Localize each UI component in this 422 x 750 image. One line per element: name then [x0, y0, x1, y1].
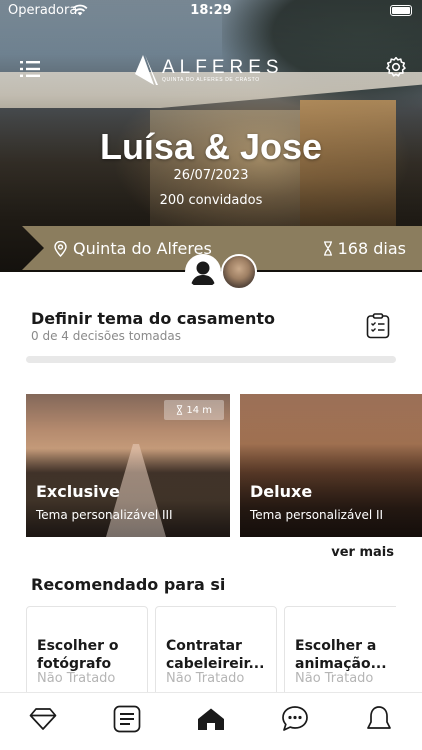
- theme-card-subtitle: Tema personalizável II: [250, 508, 384, 522]
- recommended-card-title: Escolher o fotógrafo: [37, 638, 119, 672]
- tab-chat[interactable]: [279, 703, 311, 735]
- recommended-card-title: Escolher a animação...: [295, 638, 387, 672]
- theme-section-subtitle: 0 de 4 decisões tomadas: [31, 329, 181, 343]
- countdown: 168 dias: [323, 239, 406, 258]
- theme-card-exclusive[interactable]: 14 m Exclusive Tema personalizável III: [26, 394, 230, 537]
- hourglass-icon: [323, 241, 332, 256]
- recommended-list[interactable]: Escolher o fotógrafo Não Tratado Contrat…: [26, 606, 396, 692]
- avatar-partner-2[interactable]: [221, 254, 257, 290]
- recommended-title: Recomendado para si: [31, 575, 226, 594]
- tab-bar: [0, 692, 422, 750]
- recommended-card-status: Não Tratado: [37, 671, 116, 686]
- wedding-date: 26/07/2023: [173, 168, 249, 183]
- theme-card-deluxe[interactable]: Deluxe Tema personalizável II: [240, 394, 422, 537]
- see-more-link[interactable]: ver mais: [331, 545, 394, 560]
- menu-icon[interactable]: [20, 61, 40, 77]
- tab-notifications[interactable]: [363, 703, 395, 735]
- recommended-card[interactable]: Escolher o fotógrafo Não Tratado: [26, 606, 148, 692]
- tab-checklist[interactable]: [111, 703, 143, 735]
- logo-subtitle: QUINTA DO ALFERES DE CRASTO: [162, 77, 260, 83]
- recommended-card[interactable]: Contratar cabeleireir... Não Tratado: [155, 606, 277, 692]
- location-pin-icon: [54, 240, 67, 257]
- recommended-card-status: Não Tratado: [295, 671, 374, 686]
- theme-card-title: Exclusive: [36, 482, 120, 501]
- theme-card-title: Deluxe: [250, 482, 313, 501]
- chat-icon: [282, 706, 308, 731]
- tab-home[interactable]: [195, 703, 227, 735]
- theme-carousel[interactable]: 14 m Exclusive Tema personalizável III D…: [26, 394, 422, 538]
- battery-icon: [390, 5, 412, 16]
- logo-name: ALFERES: [162, 57, 284, 78]
- venue-name: Quinta do Alferes: [73, 239, 212, 258]
- recommended-card-status: Não Tratado: [166, 671, 245, 686]
- diamond-icon: [29, 708, 57, 730]
- time-badge-label: 14 m: [186, 404, 212, 416]
- status-bar: Operadora 18:29: [0, 0, 422, 24]
- logo-mark-icon: [135, 55, 158, 85]
- home-icon: [198, 708, 224, 730]
- recommended-card-title: Contratar cabeleireir...: [166, 638, 265, 672]
- venue-location[interactable]: Quinta do Alferes: [54, 239, 212, 258]
- days-left: 168 dias: [337, 239, 406, 258]
- bell-icon: [367, 706, 391, 729]
- venue-logo: ALFERES QUINTA DO ALFERES DE CRASTO: [134, 54, 279, 88]
- theme-section-title: Definir tema do casamento: [31, 309, 276, 328]
- theme-progress-bar: [26, 356, 396, 363]
- tab-diamond[interactable]: [27, 703, 59, 735]
- user-placeholder-icon: [187, 256, 219, 288]
- recommended-card[interactable]: Escolher a animação... Não Tratado: [284, 606, 396, 692]
- time-badge: 14 m: [164, 400, 224, 420]
- theme-card-subtitle: Tema personalizável III: [36, 508, 173, 522]
- avatar-partner-1[interactable]: [185, 254, 221, 290]
- couple-names: Luísa & Jose: [99, 126, 323, 167]
- settings-gear-icon[interactable]: [385, 56, 407, 78]
- clipboard-checklist-icon[interactable]: [366, 313, 390, 339]
- hourglass-icon: [177, 405, 183, 415]
- checklist-icon: [113, 705, 141, 733]
- guest-count: 200 convidados: [159, 193, 263, 208]
- clock: 18:29: [190, 3, 232, 18]
